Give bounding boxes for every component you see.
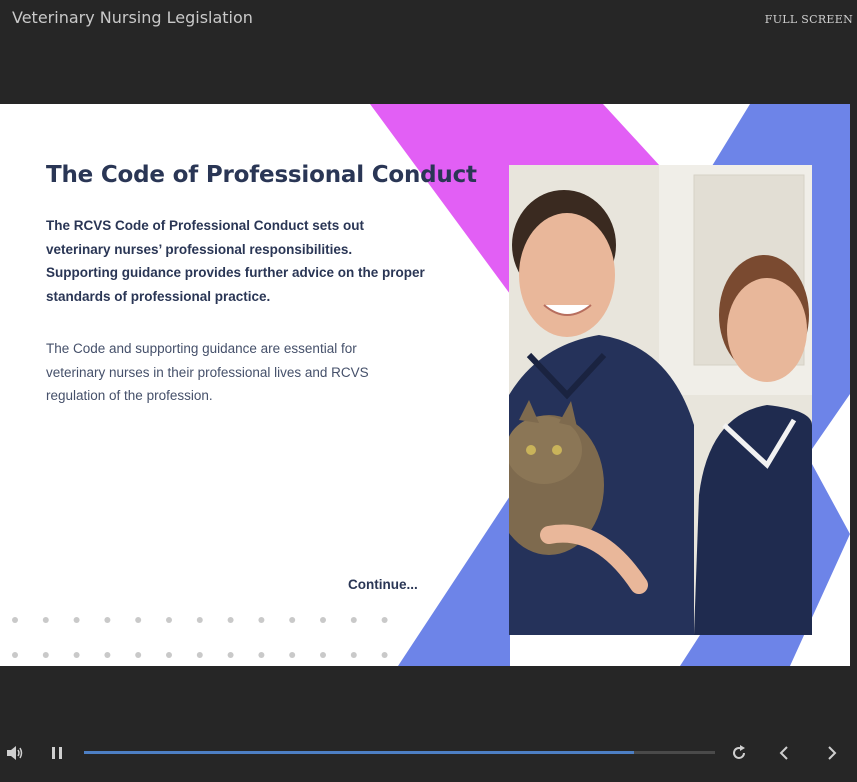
decor-dot (258, 652, 265, 658)
volume-button[interactable] (4, 735, 26, 771)
decor-dot (289, 652, 296, 658)
player-controls (0, 735, 857, 771)
decor-dot (42, 652, 49, 658)
decor-dot (320, 652, 326, 658)
pause-button[interactable] (46, 735, 68, 771)
chevron-right-icon (828, 746, 837, 760)
decor-dot (73, 652, 80, 658)
decor-dot (196, 617, 203, 623)
decor-dot (73, 617, 80, 623)
decor-dot (12, 652, 18, 658)
volume-icon (7, 746, 23, 760)
body-paragraph: The Code and supporting guidance are ess… (46, 341, 369, 403)
replay-button[interactable] (728, 735, 750, 771)
progress-bar[interactable] (84, 751, 715, 754)
progress-fill (84, 751, 635, 754)
decor-dot (289, 617, 296, 623)
decor-dot (227, 617, 234, 623)
slide-title: The Code of Professional Conduct (46, 162, 477, 188)
fullscreen-button[interactable]: FULL SCREEN (765, 13, 853, 26)
previous-button[interactable] (772, 735, 796, 771)
decor-dot (104, 652, 111, 658)
decor-dot (227, 652, 234, 658)
chevron-left-icon (779, 746, 788, 760)
decor-dot (381, 617, 388, 623)
decor-dot (135, 652, 142, 658)
intro-paragraph: The RCVS Code of Professional Conduct se… (46, 218, 425, 304)
decor-dot (320, 617, 326, 623)
top-bar: Veterinary Nursing Legislation FULL SCRE… (0, 0, 857, 40)
decor-dot (196, 652, 203, 658)
decor-dot (104, 617, 111, 623)
continue-link[interactable]: Continue... (348, 577, 418, 592)
decor-dot (258, 617, 265, 623)
pause-icon (52, 747, 62, 759)
veterinary-nurses-photo (509, 165, 812, 635)
decor-dot (42, 617, 49, 623)
dot-pattern (12, 617, 388, 658)
decor-dot (135, 617, 142, 623)
decor-dot (12, 617, 18, 623)
next-button[interactable] (820, 735, 844, 771)
decor-dot (350, 617, 357, 623)
decor-dot (381, 652, 388, 658)
decor-dot (166, 617, 172, 623)
replay-icon (733, 745, 745, 759)
course-title: Veterinary Nursing Legislation (12, 8, 253, 27)
decor-dot (350, 652, 357, 658)
decor-dot (166, 652, 172, 658)
slide: The Code of Professional Conduct The RCV… (0, 104, 850, 666)
